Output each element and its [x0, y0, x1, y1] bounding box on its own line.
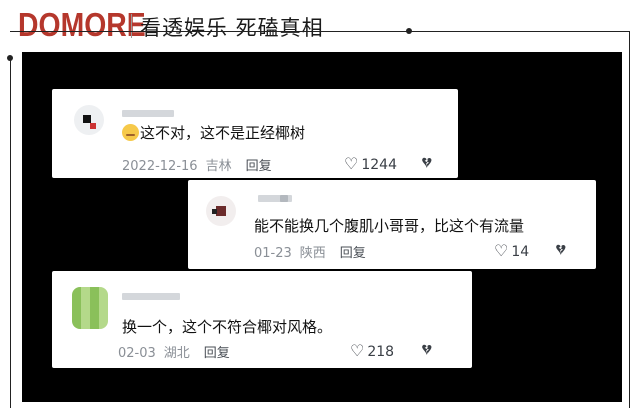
like-count: 1244 — [361, 157, 397, 173]
broken-heart-icon[interactable]: 💔︎ — [556, 240, 566, 260]
reply-button[interactable]: 回复 — [246, 159, 272, 174]
comment-text: 这不对，这不是正经椰树 — [122, 122, 305, 143]
comment-meta: 02-03 湖北 回复 — [118, 342, 230, 361]
username-blurred[interactable] — [122, 110, 174, 117]
comment-date: 02-03 — [118, 346, 156, 361]
comment-card: 换一个，这个不符合椰对风格。 02-03 湖北 回复 ♡ 218 💔︎ — [52, 271, 472, 368]
comment-text-content: 这不对，这不是正经椰树 — [140, 124, 306, 142]
comment-text: 换一个，这个不符合椰对风格。 — [122, 318, 333, 336]
brand-logo: DOMORE — [18, 6, 146, 43]
heart-icon: ♡ — [494, 241, 509, 260]
like-button[interactable]: ♡ 218 — [350, 341, 394, 360]
avatar[interactable] — [74, 105, 104, 135]
broken-heart-icon[interactable]: 💔︎ — [422, 153, 432, 173]
like-count: 14 — [511, 244, 530, 260]
comment-date: 2022-12-16 — [122, 159, 198, 174]
frame-rail-top — [10, 31, 630, 32]
comment-text: 能不能换几个腹肌小哥哥，比这个有流量 — [254, 217, 525, 235]
comment-card: 这不对，这不是正经椰树 2022-12-16 吉林 回复 ♡ 1244 💔︎ — [52, 89, 458, 178]
avatar[interactable] — [72, 287, 108, 329]
face-emoji-icon — [122, 124, 139, 141]
comment-date: 01-23 — [254, 246, 292, 261]
like-button[interactable]: ♡ 1244 — [344, 154, 397, 173]
header-divider — [131, 14, 132, 38]
frame-dot — [406, 28, 412, 34]
comment-meta: 2022-12-16 吉林 回复 — [122, 155, 272, 174]
reply-button[interactable]: 回复 — [340, 246, 366, 261]
broken-heart-icon[interactable]: 💔︎ — [422, 340, 432, 360]
comment-location: 湖北 — [163, 346, 190, 361]
frame-rail-right — [629, 31, 630, 408]
header: DOMORE 看透娱乐 死磕真相 — [0, 0, 640, 52]
comment-location: 吉林 — [205, 159, 232, 174]
like-count: 218 — [367, 344, 395, 360]
avatar[interactable] — [206, 196, 236, 226]
reply-button[interactable]: 回复 — [204, 346, 230, 361]
brand-tagline: 看透娱乐 死磕真相 — [140, 16, 324, 40]
comment-meta: 01-23 陕西 回复 — [254, 242, 366, 261]
username-blurred — [280, 195, 288, 202]
comment-location: 陕西 — [299, 246, 326, 261]
heart-icon: ♡ — [350, 341, 365, 360]
username-blurred[interactable] — [122, 293, 180, 300]
heart-icon: ♡ — [344, 154, 359, 173]
frame-dot — [7, 55, 13, 61]
frame-rail-left — [10, 58, 11, 408]
like-button[interactable]: ♡ 14 — [494, 241, 529, 260]
comment-card: 能不能换几个腹肌小哥哥，比这个有流量 01-23 陕西 回复 ♡ 14 💔︎ — [188, 180, 596, 269]
